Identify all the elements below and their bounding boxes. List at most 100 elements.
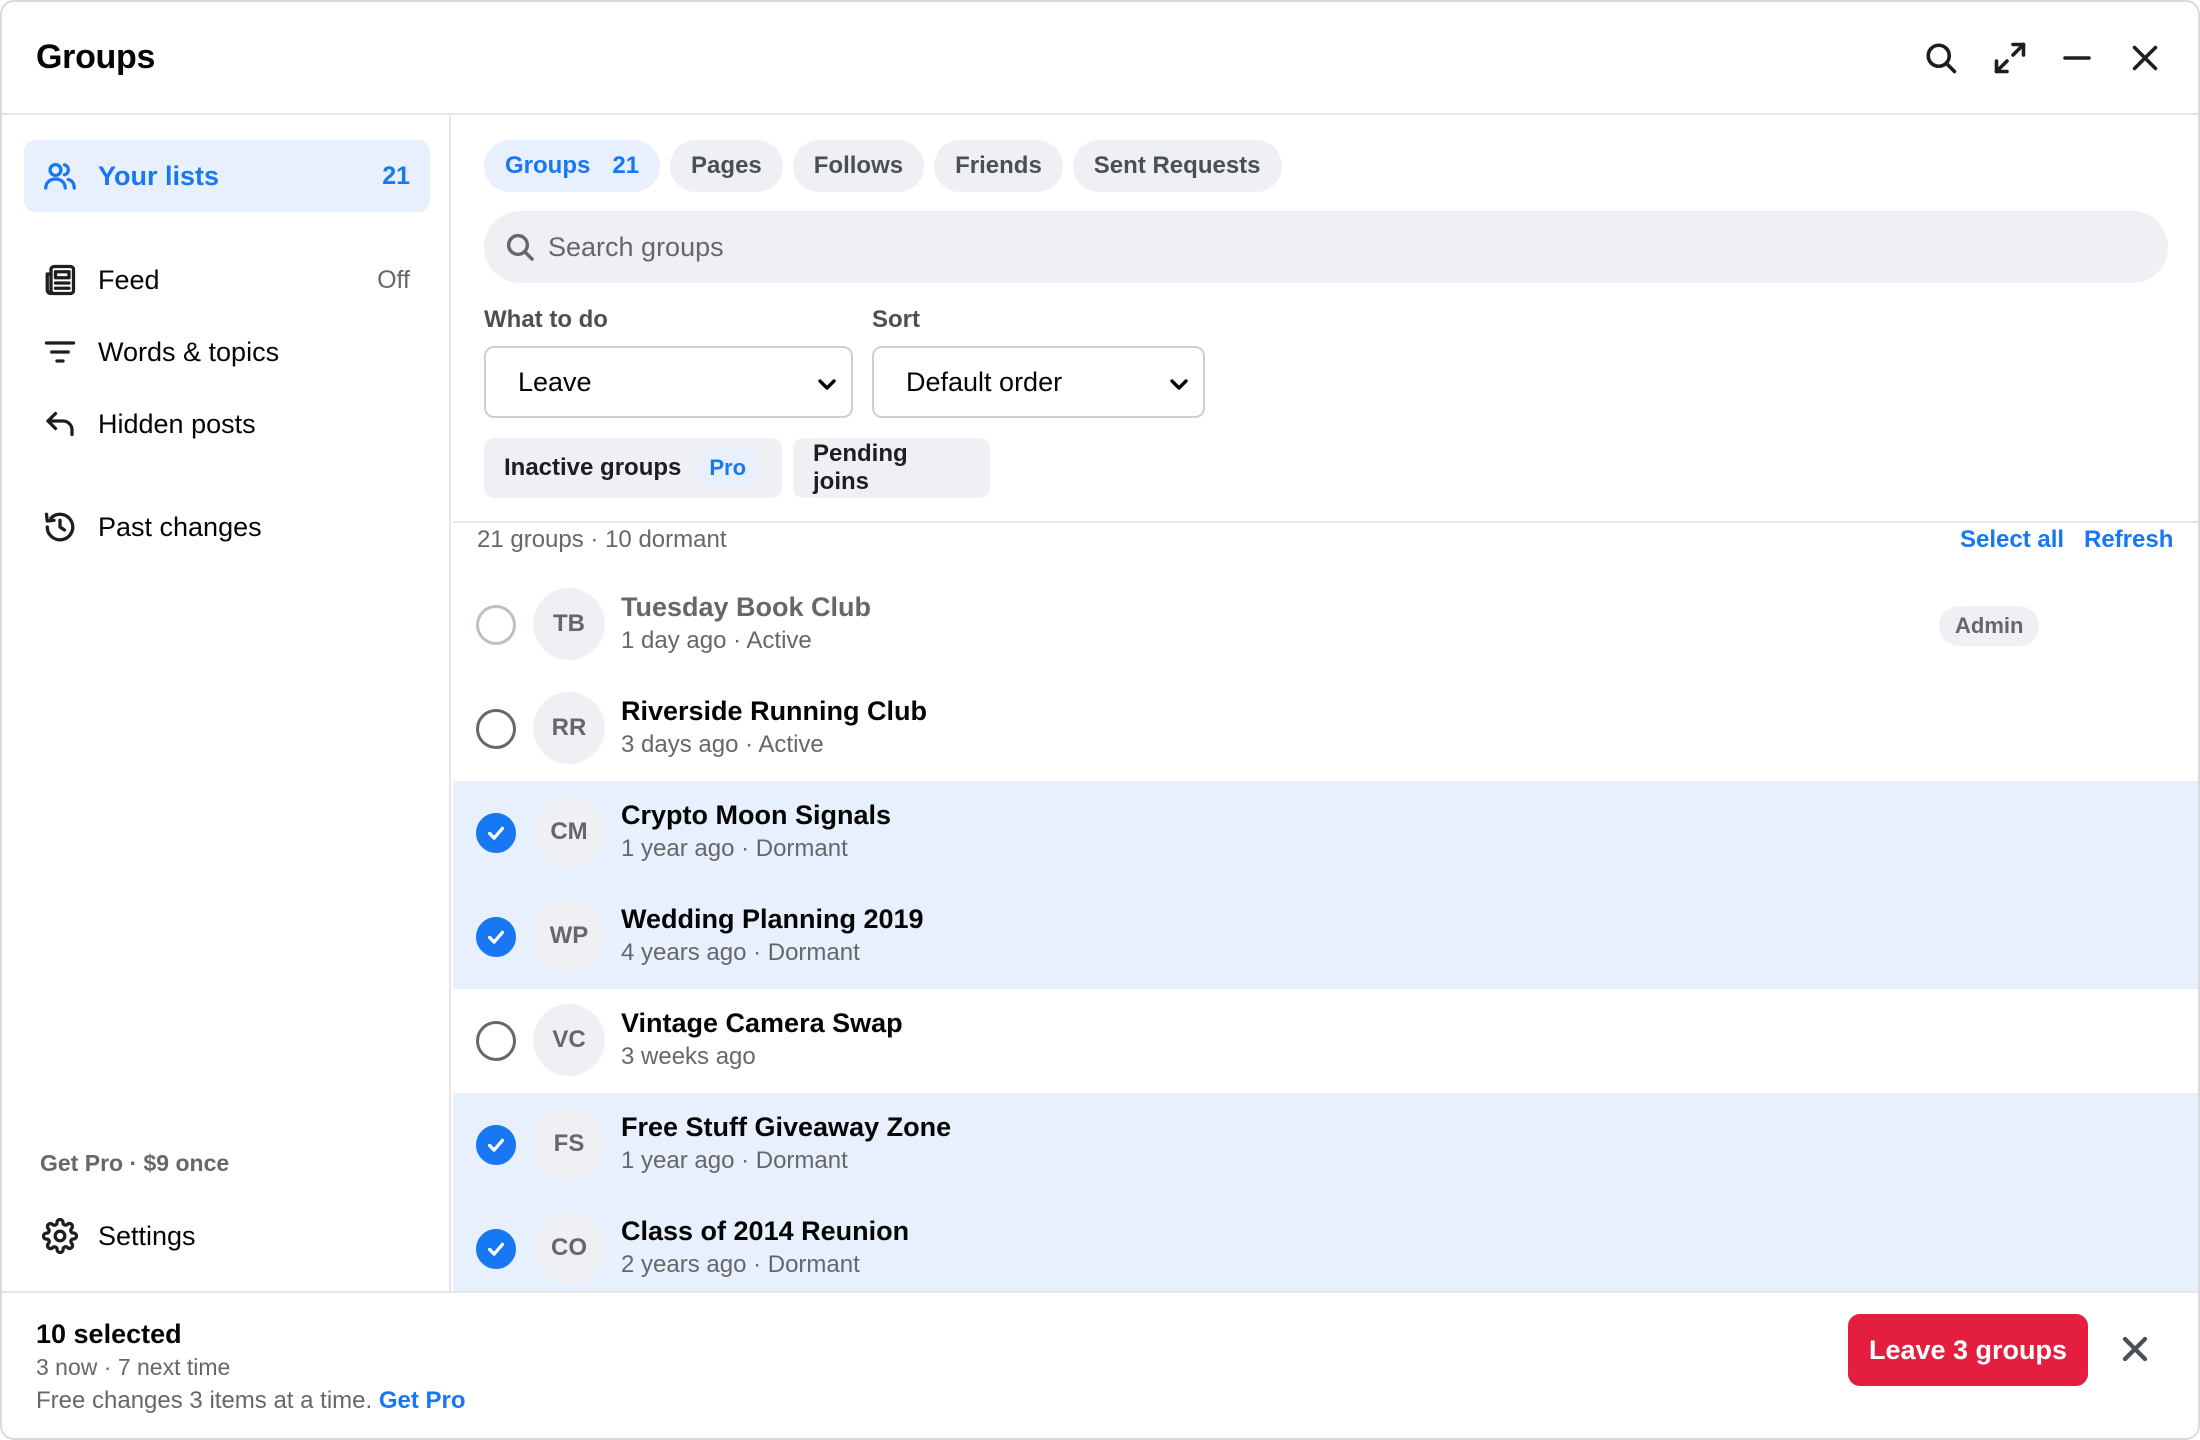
group-meta: 1 year ago · Dormant: [621, 1147, 848, 1174]
group-avatar: CO: [533, 1212, 605, 1284]
row-checkbox[interactable]: [476, 917, 516, 957]
row-checkbox[interactable]: [476, 1125, 516, 1165]
search-input[interactable]: [548, 211, 2128, 283]
sidebar-item-feed[interactable]: Feed Off: [24, 244, 430, 316]
group-row[interactable]: RR Riverside Running Club 3 days ago · A…: [453, 677, 2198, 781]
sidebar-item-label: Settings: [98, 1220, 196, 1251]
sidebar-item-label: Hidden posts: [98, 408, 256, 439]
what-to-do-label: What to do: [484, 306, 608, 333]
group-row[interactable]: WP Wedding Planning 2019 4 years ago · D…: [453, 885, 2198, 989]
group-name: Vintage Camera Swap: [621, 1008, 903, 1038]
group-name: Tuesday Book Club: [621, 592, 872, 622]
group-row[interactable]: CM Crypto Moon Signals 1 year ago · Dorm…: [453, 781, 2198, 885]
main-panel: Groups 21 Pages Follows Friends Sent Req…: [453, 115, 2198, 1301]
leave-groups-button[interactable]: Leave 3 groups: [1848, 1314, 2088, 1386]
tab-groups[interactable]: Groups 21: [484, 140, 661, 192]
checkmark-icon: [487, 1242, 505, 1256]
chevron-down-icon: [815, 372, 839, 396]
refresh-button[interactable]: Refresh: [2084, 526, 2173, 554]
group-avatar: TB: [533, 588, 605, 660]
row-checkbox[interactable]: [476, 1229, 516, 1269]
sort-select[interactable]: Default order: [872, 346, 1205, 418]
group-avatar: WP: [533, 900, 605, 972]
get-pro-link[interactable]: Get Pro · $9 once: [40, 1150, 229, 1177]
selection-breakdown: 3 now · 7 next time: [36, 1354, 231, 1380]
tab-label: Groups: [505, 152, 591, 179]
tab-label: Pages: [691, 152, 762, 179]
checkmark-icon: [487, 826, 505, 840]
sidebar: Your lists 21 Feed Off Words & topics Hi…: [2, 115, 451, 1291]
group-row[interactable]: VC Vintage Camera Swap 3 weeks ago: [453, 989, 2198, 1093]
tab-label: Follows: [813, 152, 904, 179]
expand-icon[interactable]: [1987, 35, 2033, 81]
gear-icon: [41, 1217, 79, 1255]
select-value: Default order: [906, 366, 1063, 397]
select-all-button[interactable]: Select all: [1960, 526, 2064, 554]
group-meta: 1 day ago · Active: [621, 627, 812, 654]
get-pro-link[interactable]: Get Pro: [379, 1387, 466, 1414]
tab-sent-requests[interactable]: Sent Requests: [1072, 140, 1282, 192]
what-to-do-select[interactable]: Leave: [484, 346, 853, 418]
row-checkbox[interactable]: [476, 1021, 516, 1061]
tab-follows[interactable]: Follows: [792, 140, 925, 192]
row-checkbox[interactable]: [476, 605, 516, 645]
group-name: Crypto Moon Signals: [621, 800, 891, 830]
tab-friends[interactable]: Friends: [934, 140, 1063, 192]
group-row[interactable]: CO Class of 2014 Reunion 2 years ago · D…: [453, 1197, 2198, 1301]
pro-badge: Pro: [699, 449, 757, 487]
sidebar-item-label: Feed: [98, 264, 160, 295]
filter-icon: [42, 334, 78, 370]
search-icon[interactable]: [1918, 35, 1964, 81]
minimize-icon[interactable]: [2054, 35, 2100, 81]
chip-label: Pending joins: [813, 440, 908, 495]
free-limit-note: Free changes 3 items at a time. Get Pro: [36, 1387, 466, 1415]
sidebar-item-past-changes[interactable]: Past changes: [24, 491, 430, 563]
sidebar-item-label: Past changes: [98, 511, 262, 542]
history-icon: [42, 509, 78, 545]
window-title: Groups: [36, 38, 156, 76]
divider: [453, 521, 2198, 523]
tab-label: Sent Requests: [1093, 152, 1261, 179]
group-avatar: RR: [533, 692, 605, 764]
sidebar-item-hidden-posts[interactable]: Hidden posts: [24, 388, 430, 460]
group-meta: 2 years ago · Dormant: [621, 1251, 860, 1278]
row-checkbox[interactable]: [476, 709, 516, 749]
people-icon: [42, 158, 78, 194]
pending-joins-chip[interactable]: Pending joins: [793, 438, 990, 498]
group-meta: 1 year ago · Dormant: [621, 835, 848, 862]
inactive-groups-chip[interactable]: Inactive groups Pro: [484, 438, 782, 498]
select-value: Leave: [518, 366, 592, 397]
close-icon[interactable]: [2122, 35, 2168, 81]
list-summary: 21 groups · 10 dormant: [477, 526, 727, 553]
sort-label: Sort: [872, 306, 920, 333]
chip-label: Inactive groups: [504, 454, 682, 481]
group-name: Riverside Running Club: [621, 696, 928, 726]
group-meta: 4 years ago · Dormant: [621, 939, 860, 966]
window-header: Groups: [2, 2, 2198, 115]
newspaper-icon: [42, 262, 78, 298]
group-meta: 3 days ago · Active: [621, 731, 824, 758]
sidebar-item-your-lists[interactable]: Your lists 21: [24, 140, 430, 212]
free-limit-text: Free changes 3 items at a time.: [36, 1387, 373, 1414]
sidebar-item-settings[interactable]: Settings: [24, 1200, 430, 1272]
admin-badge: Admin: [1939, 606, 2040, 646]
sidebar-item-status: Off: [377, 265, 410, 294]
group-row[interactable]: FS Free Stuff Giveaway Zone 1 year ago ·…: [453, 1093, 2198, 1197]
group-name: Class of 2014 Reunion: [621, 1216, 910, 1246]
group-row[interactable]: TB Tuesday Book Club 1 day ago · Active …: [453, 573, 2198, 677]
group-avatar: FS: [533, 1108, 605, 1180]
chevron-down-icon: [1167, 372, 1191, 396]
search-icon: [504, 231, 536, 263]
group-avatar: CM: [533, 796, 605, 868]
sidebar-item-words-topics[interactable]: Words & topics: [24, 316, 430, 388]
undo-icon: [42, 406, 78, 442]
checkmark-icon: [487, 1138, 505, 1152]
sidebar-item-count: 21: [382, 161, 410, 190]
close-icon[interactable]: [2115, 1329, 2155, 1369]
action-footer: 10 selected 3 now · 7 next time Free cha…: [2, 1291, 2198, 1438]
groups-window: Groups Your lists 21 Feed Off Words & to…: [0, 0, 2200, 1440]
checkmark-icon: [487, 930, 505, 944]
row-checkbox[interactable]: [476, 813, 516, 853]
tab-pages[interactable]: Pages: [670, 140, 783, 192]
sidebar-item-label: Your lists: [98, 160, 220, 191]
